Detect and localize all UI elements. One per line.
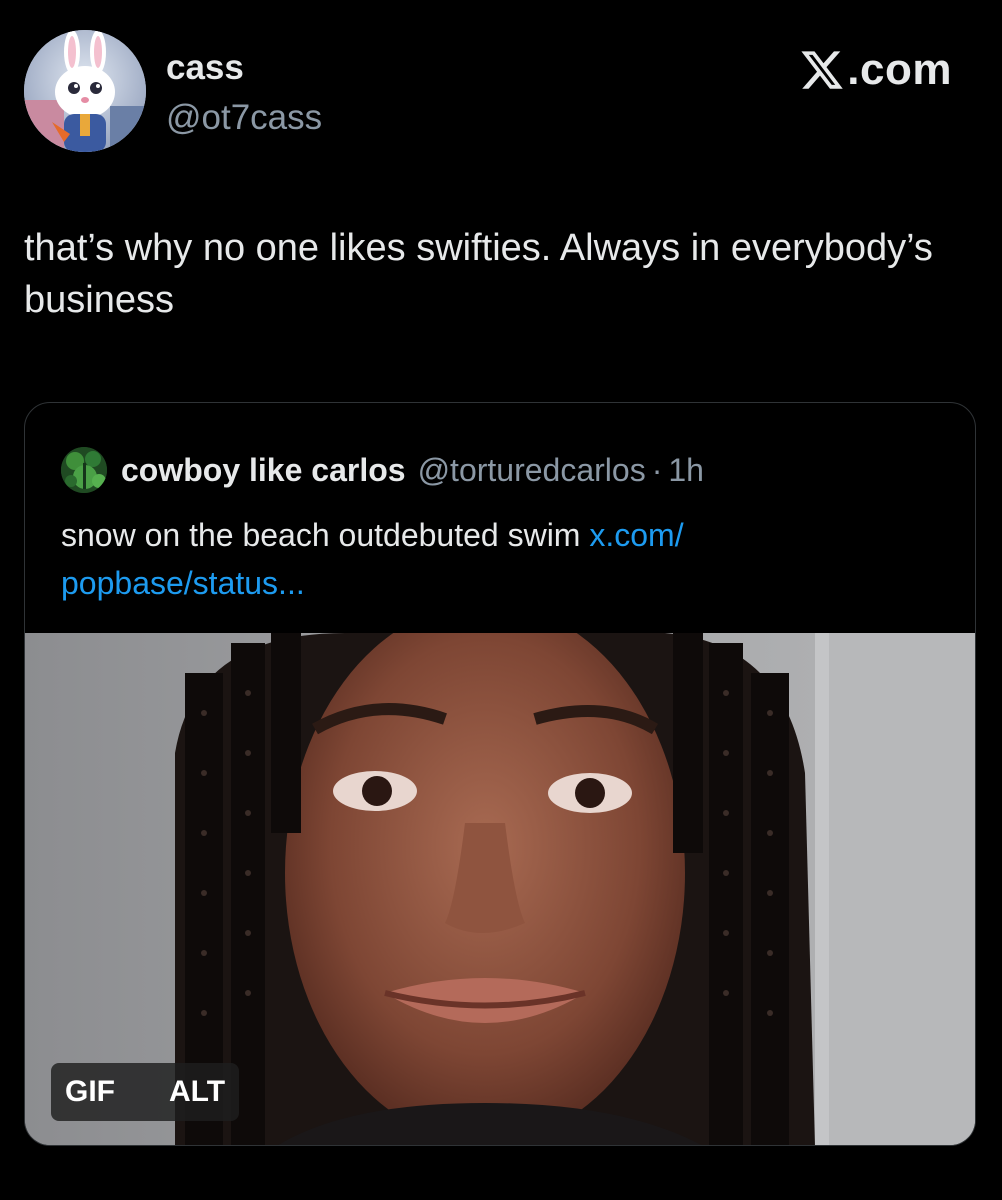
quoted-author-handle[interactable]: @torturedcarlos bbox=[418, 452, 646, 489]
gif-media[interactable]: GIF ALT bbox=[25, 633, 975, 1145]
quoted-author-display-name[interactable]: cowboy like carlos bbox=[121, 452, 406, 489]
quoted-post-card[interactable]: cowboy like carlos @torturedcarlos · 1h … bbox=[24, 402, 976, 1146]
author-avatar[interactable] bbox=[24, 30, 146, 152]
gif-badge: GIF bbox=[65, 1075, 115, 1108]
quoted-post-text: snow on the beach outdebuted swim x.com/… bbox=[61, 511, 931, 607]
quoted-post-header: cowboy like carlos @torturedcarlos · 1h bbox=[61, 447, 704, 493]
x-brand: .com bbox=[799, 44, 952, 96]
bunny-avatar-icon bbox=[24, 30, 146, 152]
media-badges: GIF ALT bbox=[51, 1063, 240, 1121]
quoted-author-avatar[interactable] bbox=[61, 447, 107, 493]
separator-dot: · bbox=[651, 451, 663, 488]
post-header: cass @ot7cass .com bbox=[0, 0, 1002, 180]
x-logo-icon bbox=[801, 51, 844, 89]
green-avatar-icon bbox=[61, 447, 107, 493]
post-text: that’s why no one likes swifties. Always… bbox=[24, 227, 933, 321]
author-display-name[interactable]: cass bbox=[166, 48, 244, 88]
alt-text-button[interactable]: ALT bbox=[129, 1063, 239, 1121]
quoted-post-timestamp[interactable]: 1h bbox=[668, 452, 704, 489]
brand-domain-text: .com bbox=[847, 45, 952, 94]
author-handle[interactable]: @ot7cass bbox=[166, 98, 322, 138]
quoted-post-body: snow on the beach outdebuted swim bbox=[61, 517, 590, 553]
